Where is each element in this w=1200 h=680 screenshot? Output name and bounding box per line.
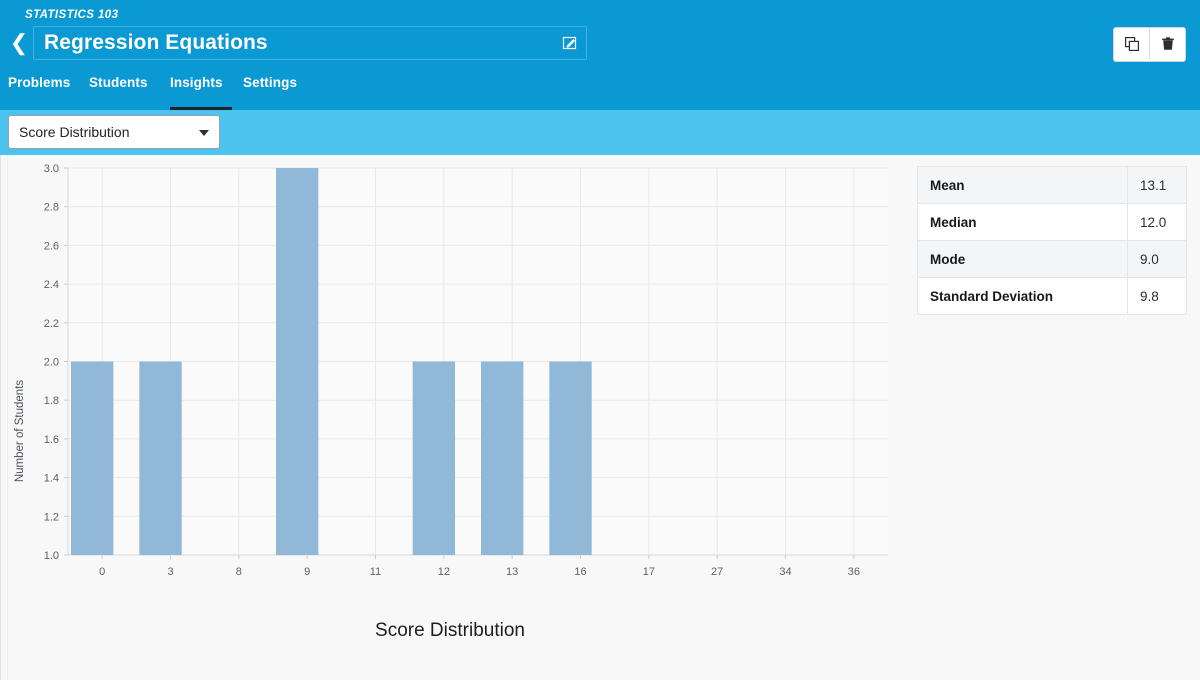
x-tick-label: 0 <box>99 566 105 578</box>
x-tick-label: 16 <box>574 566 586 578</box>
y-tick-label: 3.0 <box>44 163 59 175</box>
y-tick-label: 2.6 <box>44 240 59 252</box>
x-tick-label: 27 <box>711 566 723 578</box>
table-row: Standard Deviation 9.8 <box>917 277 1187 315</box>
y-tick-label: 2.0 <box>44 357 59 369</box>
score-distribution-chart: 1.0 1.2 1.4 1.6 1.8 2.0 2.2 2.4 2.6 2.8 3.0 0 3 8 9 11 1… <box>0 155 900 680</box>
chart-type-select-value: Score Distribution <box>19 124 130 140</box>
chart-canvas: 1.0 1.2 1.4 1.6 1.8 2.0 2.2 2.4 2.6 2.8 3.0 0 3 8 9 11 1… <box>44 163 888 578</box>
tab-insights[interactable]: Insights <box>170 75 232 110</box>
x-tick-label: 36 <box>848 566 860 578</box>
edit-pencil-icon[interactable] <box>562 35 578 51</box>
y-tick-label: 2.4 <box>44 279 59 291</box>
chart-type-select[interactable]: Score Distribution <box>8 115 220 149</box>
y-tick-label: 1.8 <box>44 395 59 407</box>
delete-button[interactable] <box>1149 28 1185 59</box>
header-action-group <box>1113 27 1186 62</box>
stat-value: 9.8 <box>1127 277 1187 315</box>
bar-12[interactable] <box>412 361 456 556</box>
bar-9[interactable] <box>276 168 319 555</box>
stat-label: Mode <box>917 240 1128 278</box>
chart-selector-bar: Score Distribution <box>0 110 1200 155</box>
x-tick-label: 8 <box>236 566 242 578</box>
trash-icon <box>1160 36 1176 52</box>
chevron-down-icon <box>199 130 209 136</box>
chart-title: Score Distribution <box>375 620 525 641</box>
copy-icon <box>1124 36 1140 52</box>
x-tick-label: 34 <box>779 566 791 578</box>
back-button[interactable]: ❮ <box>9 29 29 57</box>
stat-value: 9.0 <box>1127 240 1187 278</box>
course-eyebrow: STATISTICS 103 <box>25 9 119 21</box>
stat-label: Median <box>917 203 1128 241</box>
stat-label: Standard Deviation <box>917 277 1128 315</box>
bar-3[interactable] <box>139 361 182 556</box>
y-tick-label: 2.2 <box>44 318 59 330</box>
page-title: Regression Equations <box>44 31 268 54</box>
tab-settings[interactable]: Settings <box>243 75 307 110</box>
x-tick-label: 12 <box>438 566 450 578</box>
y-tick-label: 2.8 <box>44 202 59 214</box>
x-tick-label: 11 <box>370 566 381 578</box>
insights-page: STATISTICS 103 ❮ Regression Equations Pr… <box>0 0 1200 680</box>
table-row: Mean 13.1 <box>917 166 1187 204</box>
stat-value: 12.0 <box>1127 203 1187 241</box>
table-row: Mode 9.0 <box>917 240 1187 278</box>
y-tick-label: 1.0 <box>44 550 59 562</box>
summary-statistics-table: Mean 13.1 Median 12.0 Mode 9.0 Standard Deviat… <box>917 166 1187 315</box>
assignment-title-field[interactable]: Regression Equations <box>33 26 587 60</box>
bar-13[interactable] <box>481 361 524 556</box>
tab-problems[interactable]: Problems <box>8 75 78 110</box>
chart-y-axis-label: Number of Students <box>14 379 26 483</box>
bar-0[interactable] <box>71 361 114 556</box>
content-area: 1.0 1.2 1.4 1.6 1.8 2.0 2.2 2.4 2.6 2.8 3.0 0 3 8 9 11 1… <box>0 155 1200 680</box>
x-tick-label: 17 <box>643 566 655 578</box>
bar-16[interactable] <box>549 361 592 556</box>
y-tick-label: 1.4 <box>44 473 59 485</box>
table-row: Median 12.0 <box>917 203 1187 241</box>
y-tick-label: 1.2 <box>44 511 59 523</box>
stat-label: Mean <box>917 166 1128 204</box>
stat-value: 13.1 <box>1127 166 1187 204</box>
tab-students[interactable]: Students <box>89 75 159 110</box>
x-tick-label: 13 <box>506 566 518 578</box>
x-tick-label: 9 <box>304 566 310 578</box>
duplicate-button[interactable] <box>1114 28 1149 59</box>
y-tick-label: 1.6 <box>44 434 59 446</box>
app-header: STATISTICS 103 ❮ Regression Equations Pr… <box>0 0 1200 110</box>
x-tick-label: 3 <box>167 566 173 578</box>
